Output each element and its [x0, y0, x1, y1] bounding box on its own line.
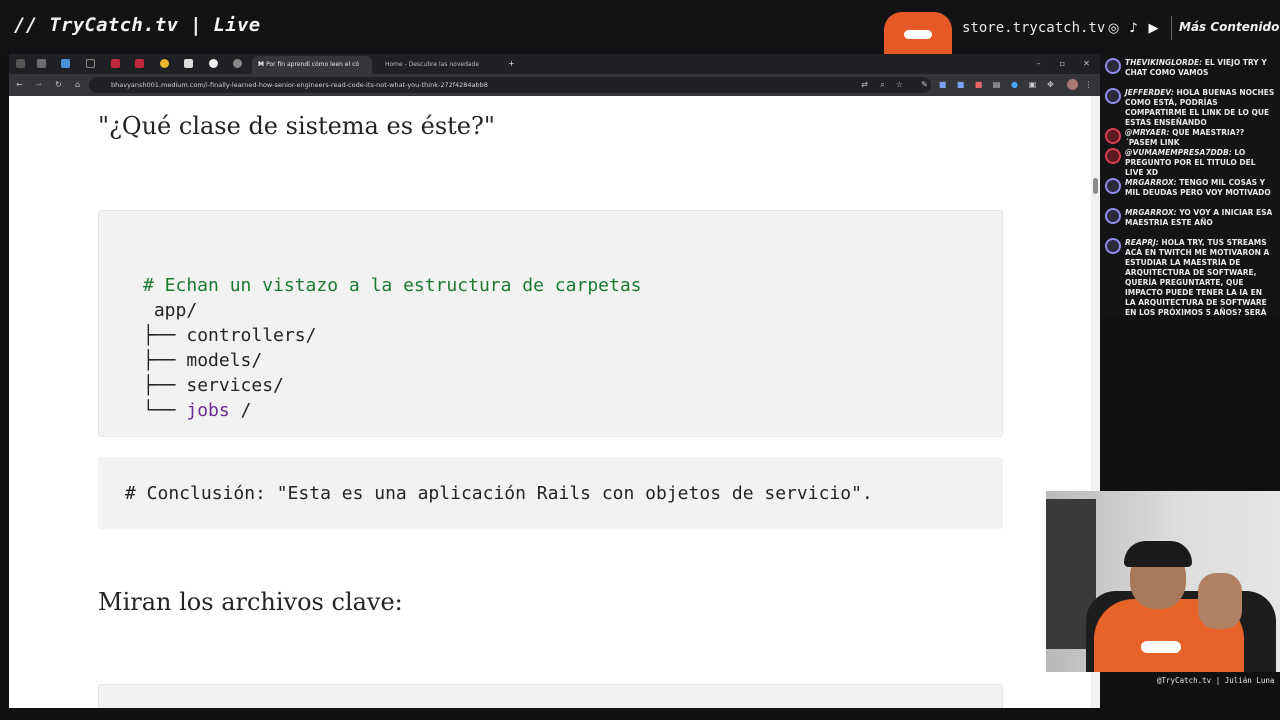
code-dir-jobs: jobs [186, 400, 230, 421]
forward-icon[interactable]: → [33, 79, 44, 90]
chat-message: JeffErdev: Hola buenas noches como está,… [1105, 88, 1275, 128]
maximize-icon[interactable]: ▫ [1057, 58, 1068, 69]
chat-username: @VuMaMempresa7DDB: [1125, 148, 1232, 157]
streamer-hand-wave [1198, 573, 1242, 629]
chat-avatar [1105, 128, 1121, 144]
extension-icon[interactable]: ■ [937, 79, 948, 90]
zoom-icon[interactable]: ⌕ [877, 79, 888, 90]
new-tab-icon[interactable]: + [506, 58, 517, 69]
url-text: bhavyansh001.medium.com/i-finally-learne… [111, 81, 488, 89]
tab-home[interactable]: Home - Descubre las novedade [379, 56, 491, 74]
browser-window: M Por fin aprendí cómo leen el có Home -… [9, 54, 1100, 708]
pinned-tab-red2-icon[interactable] [135, 59, 144, 68]
webcam-caption: @TryCatch.tv | Julián Luna [1152, 672, 1280, 690]
code-dir-jobs-suffix: / [229, 400, 252, 421]
shirt-logo [1141, 641, 1181, 653]
chat-message: MrGarrox: yo voy a iniciar esa maestria … [1105, 208, 1275, 228]
store-link: store.trycatch.tv [962, 20, 1106, 36]
chat-avatar [1105, 208, 1121, 224]
pinned-tab-icon[interactable] [37, 59, 46, 68]
section-heading-key-files: Miran los archivos clave: [98, 588, 403, 616]
code-root: app/ [143, 300, 198, 321]
bottom-strip [0, 708, 1280, 720]
extension6-icon[interactable]: ▣ [1027, 79, 1038, 90]
extensions-puzzle-icon[interactable]: ✥ [1045, 79, 1056, 90]
profile-avatar[interactable] [1067, 79, 1078, 90]
more-content-label: Más Contenido [1179, 20, 1280, 34]
streamer-cap [1124, 541, 1192, 567]
pen-extension-icon[interactable]: ✎ [919, 79, 930, 90]
chat-message: MrGarrox: tengo mil cosas y mil deudas p… [1105, 178, 1275, 198]
chat-avatar [1105, 148, 1121, 164]
chat-username: @Mryaer: [1125, 128, 1170, 137]
code-block-next [98, 684, 1003, 708]
chat-message: ReapRJ: Hola Try, tus streams acá en Twi… [1105, 238, 1275, 316]
home-icon[interactable]: ⌂ [72, 79, 83, 90]
code-dir-models: models/ [186, 350, 263, 371]
extension5-icon[interactable]: ● [1009, 79, 1020, 90]
chat-message: @VuMaMempresa7DDB: lo pregunto por el ti… [1105, 148, 1275, 178]
chat-username: JeffErdev: [1125, 88, 1174, 97]
extension2-icon[interactable]: ■ [955, 79, 966, 90]
instagram-icon: ◎ [1107, 21, 1120, 36]
tab-search-icon[interactable] [16, 59, 25, 68]
reload-icon[interactable]: ↻ [53, 79, 64, 90]
code-dir-controllers: controllers/ [186, 325, 317, 346]
chat-message: TheVikingLorde: el viejo Try y chat como… [1105, 58, 1275, 78]
chat-avatar [1105, 88, 1121, 104]
webcam-feed [1046, 491, 1280, 672]
bookmark-star-icon[interactable]: ☆ [894, 79, 905, 90]
chat-avatar [1105, 178, 1121, 194]
pinned-tab-chrome-icon[interactable] [160, 59, 169, 68]
tab-medium-article[interactable]: M Por fin aprendí cómo leen el có [252, 56, 372, 74]
chat-message: @Mryaer: que maestria?? ´pasem link [1105, 128, 1275, 148]
chat-username: MrGarrox: [1125, 178, 1177, 187]
code-block-folders: # Echan un vistazo a la estructura de ca… [98, 210, 1003, 437]
pinned-tab-windows-icon[interactable] [61, 59, 70, 68]
article-page: "¿Qué clase de sistema es éste?" # Echan… [9, 96, 1091, 708]
chat-avatar [1105, 58, 1121, 74]
chat-avatar [1105, 238, 1121, 254]
chat-username: MrGarrox: [1125, 208, 1177, 217]
extension3-icon[interactable]: ■ [973, 79, 984, 90]
live-chat-panel: TheVikingLorde: el viejo Try y chat como… [1100, 54, 1280, 316]
pinned-tab-globe-icon[interactable] [233, 59, 242, 68]
chat-text: Hola Try, tus streams acá en Twitch me m… [1125, 238, 1270, 316]
pinned-tab-doc-icon[interactable] [184, 59, 193, 68]
translate-icon[interactable]: ⇄ [859, 79, 870, 90]
tab-label: Por fin aprendí cómo leen el có [266, 61, 360, 68]
minimize-icon[interactable]: – [1033, 58, 1044, 69]
code-conclusion: # Conclusión: "Esta es una aplicación Ra… [125, 483, 873, 504]
tab-label: Home - Descubre las novedade [385, 61, 480, 68]
tab-strip: M Por fin aprendí cómo leen el có Home -… [9, 54, 1100, 74]
tree-prefix: ├── [143, 375, 187, 396]
tiktok-icon: ♪ [1129, 21, 1138, 36]
browser-toolbar: ← → ↻ ⌂ bhavyansh001.medium.com/i-finall… [9, 74, 1100, 96]
extension4-icon[interactable]: ▤ [991, 79, 1002, 90]
scrollbar-thumb[interactable] [1093, 178, 1098, 194]
pinned-tab-github-icon[interactable] [209, 59, 218, 68]
medium-icon: M [258, 61, 267, 68]
section-heading-question: "¿Qué clase de sistema es éste?" [98, 112, 495, 140]
code-block-conclusion: # Conclusión: "Esta es una aplicación Ra… [98, 457, 1003, 529]
code-content: # Echan un vistazo a la estructura de ca… [143, 248, 642, 448]
pinned-tab-red-icon[interactable] [111, 59, 120, 68]
header-divider [1171, 16, 1172, 40]
code-comment: # Echan un vistazo a la estructura de ca… [143, 275, 642, 296]
chat-username: TheVikingLorde: [1125, 58, 1203, 67]
code-dir-services: services/ [186, 375, 284, 396]
back-icon[interactable]: ← [14, 79, 25, 90]
pinned-tab-x-icon[interactable] [86, 59, 95, 68]
youtube-icon: ▶ [1148, 21, 1159, 36]
tree-prefix: ├── [143, 350, 187, 371]
close-window-icon[interactable]: ✕ [1081, 58, 1092, 69]
stream-header: // TryCatch.tv | Live store.trycatch.tv … [0, 0, 1280, 54]
browser-menu-icon[interactable]: ⋮ [1083, 79, 1094, 90]
tree-prefix: └── [143, 400, 187, 421]
chat-username: ReapRJ: [1125, 238, 1159, 247]
merch-shirt-image [884, 12, 952, 54]
stream-brand: // TryCatch.tv | Live [14, 14, 261, 36]
tree-prefix: ├── [143, 325, 187, 346]
address-bar[interactable]: bhavyansh001.medium.com/i-finally-learne… [89, 77, 931, 93]
